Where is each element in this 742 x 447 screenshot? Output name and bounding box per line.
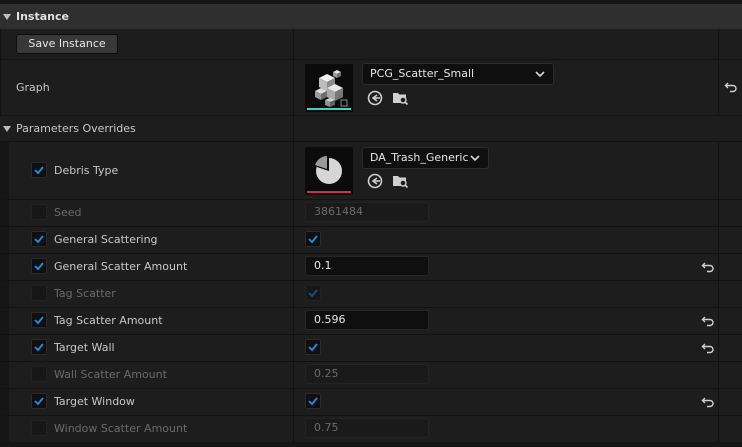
graph-asset-value: PCG_Scatter_Small (370, 67, 475, 80)
browse-to-asset-icon[interactable] (391, 172, 409, 190)
graph-asset-combo[interactable]: PCG_Scatter_Small (362, 63, 554, 85)
checkmark-icon (308, 289, 318, 298)
data-asset-pie-icon (305, 147, 353, 195)
use-selected-asset-icon[interactable] (366, 172, 384, 190)
window-scatter-amount-row: Window Scatter Amount 0.75 (9, 416, 742, 442)
wall-scatter-amount-field[interactable]: 0.25 (305, 364, 429, 384)
general-scattering-override-checkbox[interactable] (31, 231, 47, 247)
save-instance-button[interactable]: Save Instance (16, 34, 118, 54)
chevron-down-icon (470, 155, 480, 162)
checkmark-icon (34, 316, 44, 325)
seed-override-checkbox[interactable] (31, 204, 47, 220)
debris-type-value: DA_Trash_Generic (370, 151, 469, 164)
target-window-label: Target Window (54, 395, 135, 408)
wall-scatter-amount-label: Wall Scatter Amount (54, 368, 167, 381)
tag-scatter-amount-field[interactable]: 0.596 (305, 310, 429, 330)
collapse-arrow-icon[interactable] (3, 13, 11, 20)
tag-scatter-row: Tag Scatter (9, 281, 742, 307)
checkmark-icon (308, 397, 318, 406)
target-window-value-checkbox[interactable] (305, 393, 321, 409)
reset-to-default-icon[interactable] (701, 260, 715, 274)
general-scatter-amount-override-checkbox[interactable] (31, 258, 47, 274)
debris-type-combo[interactable]: DA_Trash_Generic (362, 147, 489, 169)
reset-to-default-icon[interactable] (701, 314, 715, 328)
save-instance-row: Save Instance (0, 29, 742, 59)
checkmark-icon (308, 235, 318, 244)
tag-scatter-value-checkbox[interactable] (305, 285, 321, 301)
checkmark-icon (34, 397, 44, 406)
checkmark-icon (34, 235, 44, 244)
general-scattering-value-checkbox[interactable] (305, 231, 321, 247)
graph-thumbnail-bar (307, 108, 351, 110)
parameters-overrides-title: Parameters Overrides (16, 122, 136, 135)
tag-scatter-override-checkbox[interactable] (31, 285, 47, 301)
checkmark-icon (34, 166, 44, 175)
window-scatter-amount-override-checkbox[interactable] (31, 420, 47, 436)
debris-type-thumbnail[interactable] (305, 147, 353, 195)
wall-scatter-amount-row: Wall Scatter Amount 0.25 (9, 362, 742, 388)
tag-scatter-amount-label: Tag Scatter Amount (54, 314, 163, 327)
seed-row: Seed 3861484 (9, 200, 742, 226)
reset-to-default-icon[interactable] (701, 395, 715, 409)
tag-scatter-label: Tag Scatter (54, 287, 116, 300)
collapse-arrow-icon[interactable] (3, 126, 11, 132)
target-wall-override-checkbox[interactable] (31, 339, 47, 355)
target-window-row: Target Window (9, 389, 742, 415)
graph-thumbnail[interactable] (305, 64, 353, 112)
checkmark-icon (34, 343, 44, 352)
general-scatter-amount-row: General Scatter Amount 0.1 (9, 254, 742, 280)
reset-to-default-icon[interactable] (701, 341, 715, 355)
tag-scatter-amount-row: Tag Scatter Amount 0.596 (9, 308, 742, 334)
window-scatter-amount-field[interactable]: 0.75 (305, 418, 429, 438)
wall-scatter-amount-override-checkbox[interactable] (31, 366, 47, 382)
instance-section-header[interactable]: Instance (0, 4, 742, 29)
general-scattering-label: General Scattering (54, 233, 158, 246)
instance-section-title: Instance (16, 10, 69, 23)
graph-row: Graph PCG_Scatter_Small (0, 60, 742, 115)
debris-type-label: Debris Type (54, 164, 119, 177)
target-window-override-checkbox[interactable] (31, 393, 47, 409)
seed-label: Seed (54, 206, 82, 219)
parameters-overrides-header[interactable]: Parameters Overrides (0, 116, 742, 141)
target-wall-row: Target Wall (9, 335, 742, 361)
tag-scatter-amount-override-checkbox[interactable] (31, 312, 47, 328)
browse-to-asset-icon[interactable] (391, 89, 409, 107)
seed-field[interactable]: 3861484 (305, 202, 429, 222)
reset-to-default-icon[interactable] (724, 80, 738, 94)
checkmark-icon (308, 343, 318, 352)
graph-label: Graph (16, 81, 50, 94)
checkmark-icon (34, 262, 44, 271)
target-wall-label: Target Wall (54, 341, 115, 354)
use-selected-asset-icon[interactable] (366, 89, 384, 107)
general-scatter-amount-field[interactable]: 0.1 (305, 256, 429, 276)
general-scatter-amount-label: General Scatter Amount (54, 260, 188, 273)
target-wall-value-checkbox[interactable] (305, 339, 321, 355)
debris-type-thumbnail-bar (307, 191, 351, 193)
general-scattering-row: General Scattering (9, 227, 742, 253)
debris-type-row: Debris Type DA_Trash_Generic (9, 142, 742, 199)
window-scatter-amount-label: Window Scatter Amount (54, 422, 188, 435)
chevron-down-icon (535, 71, 545, 78)
debris-type-override-checkbox[interactable] (31, 162, 47, 178)
pcg-graph-icon (305, 64, 353, 112)
